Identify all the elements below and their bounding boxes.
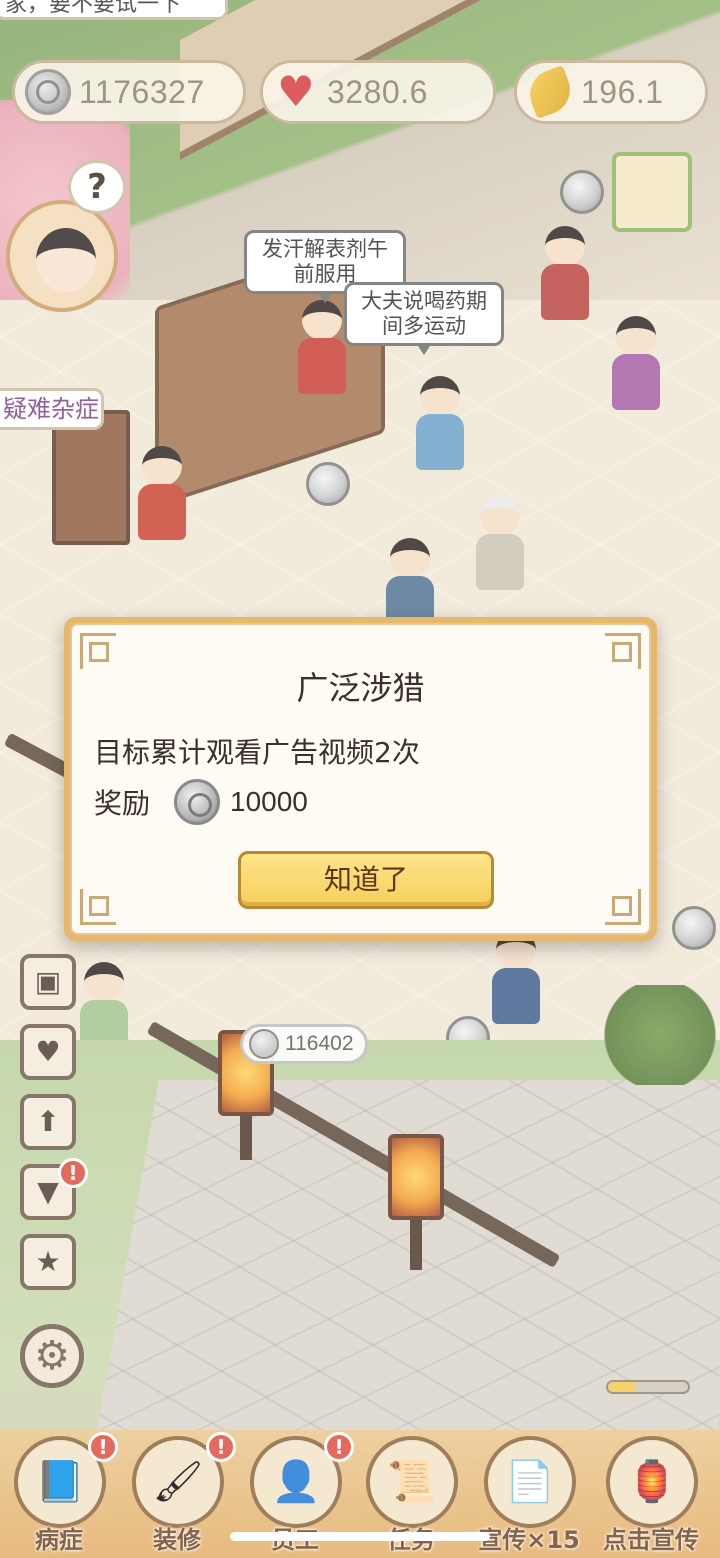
dialog-panel: 广泛涉猎 目标累计观看广告视频2次 奖励 10000 知道了	[70, 623, 651, 935]
reward-amount: 10000	[230, 786, 308, 817]
reward-label: 奖励	[94, 787, 151, 820]
confirm-button[interactable]: 知道了	[238, 851, 494, 909]
reward-row: 奖励 10000	[94, 777, 308, 827]
ornament-corner-icon	[80, 889, 116, 925]
dialog-title: 广泛涉猎	[296, 669, 425, 707]
achievement-goal: 目标累计观看广告视频2次	[94, 736, 420, 769]
ornament-corner-icon	[605, 889, 641, 925]
silver-coin-icon	[174, 779, 221, 825]
achievement-dialog: 广泛涉猎 目标累计观看广告视频2次 奖励 10000 知道了	[64, 617, 657, 941]
